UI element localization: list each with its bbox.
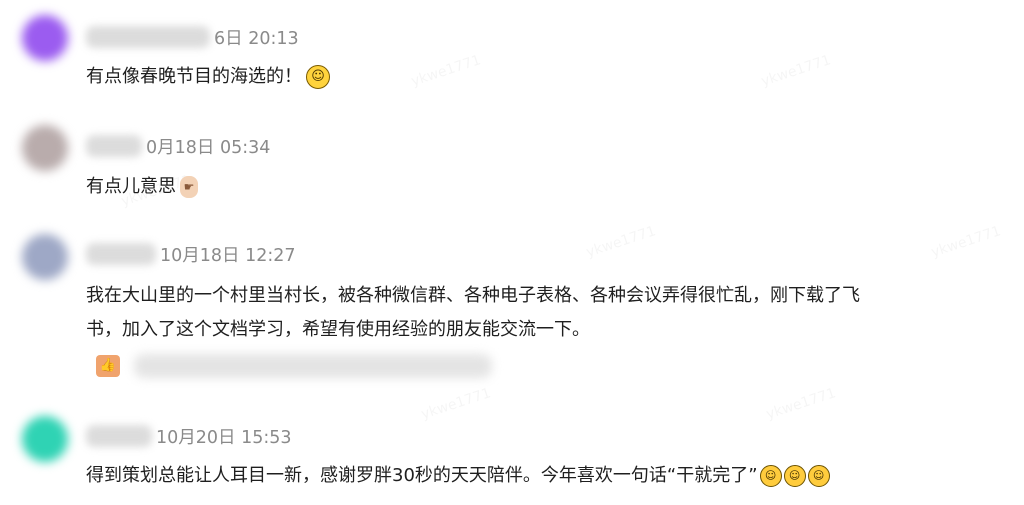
grinning-face-icon: ☺ — [306, 65, 330, 89]
username-redacted — [86, 135, 142, 157]
timestamp: 6日 20:13 — [214, 28, 299, 49]
laughing-face-icon: ☺ — [807, 465, 830, 487]
comment-body: 有点像春晚节目的海选的！ — [86, 66, 302, 87]
pointing-hand-icon: ☛ — [180, 176, 198, 198]
comment-meta: 10月18日 12:27 — [86, 243, 296, 266]
laughing-face-icon: ☺ — [783, 465, 806, 487]
thumbs-up-icon[interactable]: 👍 — [96, 355, 120, 377]
laughing-face-icon: ☺ — [759, 465, 782, 487]
comment-body-line-2: 书，加入了这个文档学习，希望有使用经验的朋友能交流一下。 — [86, 319, 590, 340]
comment-text: 我在大山里的一个村里当村长，被各种微信群、各种电子表格、各种会议弄得很忙乱，刚下… — [86, 279, 860, 347]
comment-meta: 6日 20:13 — [86, 26, 299, 49]
username-redacted — [86, 26, 210, 48]
username-redacted — [86, 243, 156, 265]
comment-meta: 0月18日 05:34 — [86, 135, 271, 158]
timestamp: 0月18日 05:34 — [146, 137, 271, 158]
reaction-row[interactable]: 👍 — [96, 352, 492, 380]
timestamp: 10月18日 12:27 — [160, 245, 296, 266]
comment-body: 得到策划总能让人耳目一新，感谢罗胖30秒的天天陪伴。今年喜欢一句话“干就完了” — [86, 465, 758, 486]
avatar[interactable] — [22, 234, 68, 280]
comment-text: 有点儿意思 ☛ — [86, 170, 198, 204]
comment-body: 有点儿意思 — [86, 176, 176, 197]
username-redacted — [86, 425, 152, 447]
avatar[interactable] — [22, 15, 68, 61]
comment-body-line-1: 我在大山里的一个村里当村长，被各种微信群、各种电子表格、各种会议弄得很忙乱，刚下… — [86, 285, 860, 306]
comment-text: 有点像春晚节目的海选的！ ☺ — [86, 60, 330, 94]
timestamp: 10月20日 15:53 — [156, 427, 292, 448]
avatar[interactable] — [22, 125, 68, 171]
comment-meta: 10月20日 15:53 — [86, 425, 292, 448]
avatar[interactable] — [22, 416, 68, 462]
comment-text: 得到策划总能让人耳目一新，感谢罗胖30秒的天天陪伴。今年喜欢一句话“干就完了” ☺… — [86, 459, 830, 493]
reaction-users-redacted — [134, 354, 492, 378]
